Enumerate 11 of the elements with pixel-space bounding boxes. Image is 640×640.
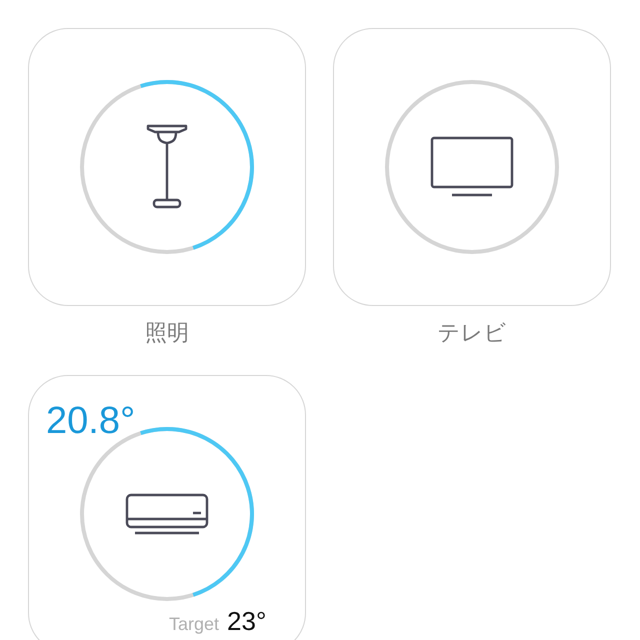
device-name: 照明 bbox=[144, 319, 190, 347]
current-temperature: 20.8° bbox=[46, 400, 136, 443]
air-conditioner-icon bbox=[125, 493, 209, 535]
device-tile[interactable] bbox=[333, 28, 611, 306]
device-tile[interactable]: 20.8° Target 23° bbox=[28, 375, 306, 640]
target-temperature: 23° bbox=[227, 606, 266, 637]
device-name: テレビ bbox=[436, 319, 508, 347]
lamp-icon bbox=[145, 124, 189, 210]
tv-icon bbox=[430, 136, 514, 198]
device-tile[interactable] bbox=[28, 28, 306, 306]
target-label: Target bbox=[169, 614, 220, 635]
